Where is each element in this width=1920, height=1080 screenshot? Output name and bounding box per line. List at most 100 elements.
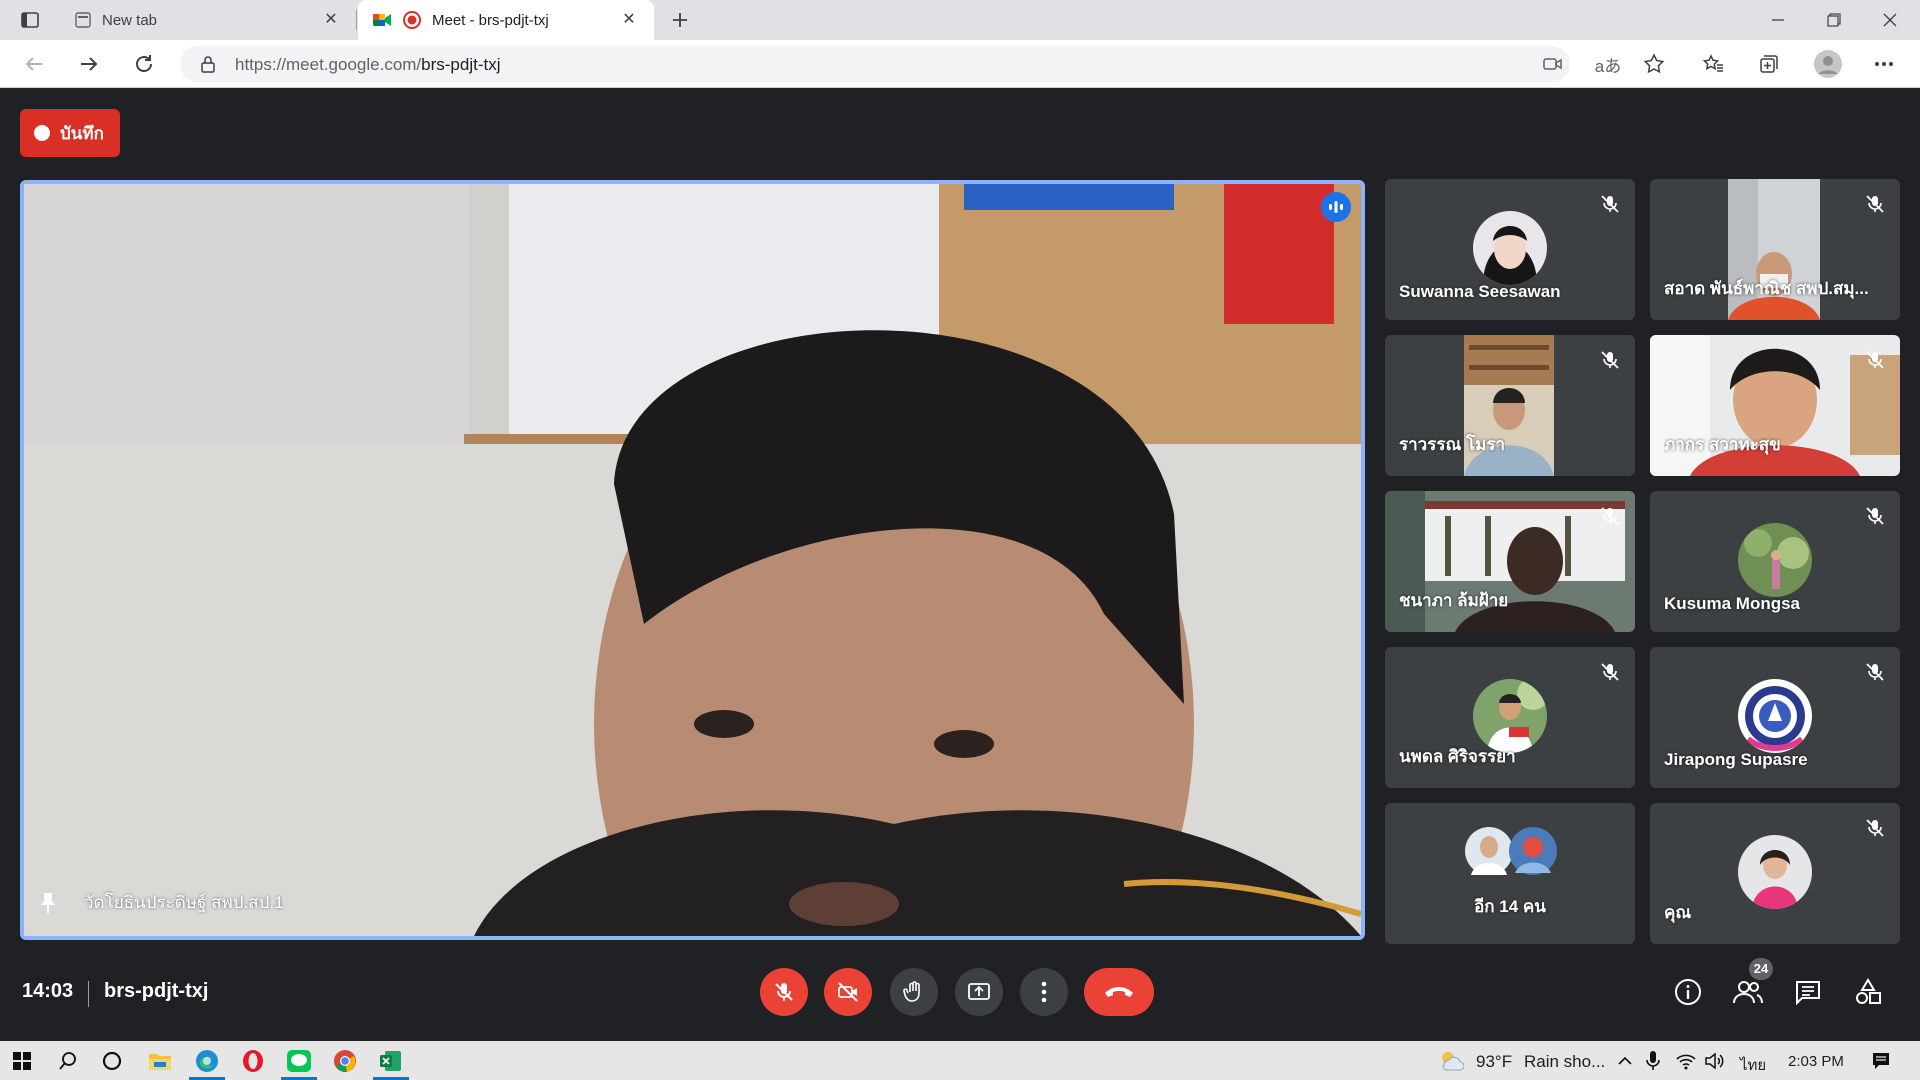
more-options-button[interactable]	[1020, 968, 1068, 1016]
participant-tile[interactable]: Jirapong Supasre	[1650, 647, 1900, 788]
back-arrow-icon[interactable]	[18, 48, 50, 80]
meeting-time: 14:03	[22, 980, 74, 1002]
system-clock[interactable]: 2:03 PM	[1788, 1053, 1844, 1070]
present-screen-button[interactable]	[955, 968, 1003, 1016]
participant-tile[interactable]: ชนาภา ล้มฝ้าย	[1385, 491, 1635, 632]
notifications-icon[interactable]	[1866, 1046, 1896, 1076]
cortana-icon[interactable]	[97, 1046, 127, 1076]
input-language[interactable]: ไทย	[1740, 1053, 1766, 1077]
profile-avatar-icon[interactable]	[1812, 48, 1844, 80]
weather-rain-icon[interactable]	[1436, 1046, 1466, 1076]
meeting-code: brs-pdjt-txj	[104, 980, 209, 1002]
search-icon[interactable]	[53, 1046, 83, 1076]
meet-area: บันทึก วัดโยธินประดิษฐ์ สพป.สป.1 Suwanna…	[0, 88, 1920, 1041]
main-speaker-name: วัดโยธินประดิษฐ์ สพป.สป.1	[84, 893, 284, 912]
recording-label: บันทึก	[60, 123, 104, 143]
tab-actions-icon[interactable]	[14, 4, 46, 36]
activities-button[interactable]	[1848, 972, 1888, 1012]
people-count-badge: 24	[1749, 958, 1773, 980]
show-hidden-icons-chevron-icon[interactable]	[1610, 1046, 1640, 1076]
mic-muted-icon	[1601, 507, 1619, 525]
newtab-favicon-icon	[75, 12, 91, 28]
hand-icon	[903, 981, 920, 1002]
tab-label: New tab	[102, 11, 158, 29]
close-window-icon[interactable]	[1874, 4, 1906, 36]
more-menu-icon[interactable]	[1868, 48, 1900, 80]
pin-icon[interactable]	[38, 891, 58, 920]
excel-icon[interactable]	[376, 1046, 406, 1076]
microphone-in-use-icon[interactable]	[1638, 1046, 1668, 1076]
hang-up-icon	[1105, 987, 1133, 997]
participant-tile[interactable]: สอาด พันธ์พาณิช สพป.สมุ...	[1650, 179, 1900, 320]
mic-muted-icon	[1601, 351, 1619, 369]
new-tab-plus-icon[interactable]	[664, 4, 696, 36]
record-dot-icon	[34, 125, 50, 141]
line-app-icon[interactable]	[284, 1046, 314, 1076]
participant-name: ชนาภา ล้มฝ้าย	[1399, 591, 1509, 610]
browser-nav-bar: https://meet.google.com/brs-pdjt-txj aあ	[0, 40, 1920, 88]
forward-arrow-icon[interactable]	[73, 48, 105, 80]
divider	[88, 981, 89, 1007]
microphone-toggle-button[interactable]	[760, 968, 808, 1016]
tab-meet[interactable]: Meet - brs-pdjt-txj ✕	[358, 0, 654, 40]
participant-avatar	[1473, 211, 1547, 285]
reload-icon[interactable]	[128, 48, 160, 80]
windows-start-icon[interactable]	[7, 1046, 37, 1076]
main-speaker-video[interactable]: วัดโยธินประดิษฐ์ สพป.สป.1	[20, 180, 1365, 940]
url-text: https://meet.google.com/brs-pdjt-txj	[235, 55, 501, 74]
main-video-frame	[24, 184, 1361, 936]
camera-in-use-icon[interactable]	[1543, 55, 1563, 73]
participant-name: คุณ	[1664, 903, 1692, 922]
add-favorite-icon[interactable]	[1638, 48, 1670, 80]
opera-icon[interactable]	[238, 1046, 268, 1076]
participant-tile[interactable]: Kusuma Mongsa	[1650, 491, 1900, 632]
participant-tile[interactable]: นพดล ศิริจรรยา	[1385, 647, 1635, 788]
chat-button[interactable]	[1788, 972, 1828, 1012]
mic-muted-icon	[1866, 663, 1884, 681]
tab-label: Meet - brs-pdjt-txj	[432, 11, 549, 29]
participant-name: นพดล ศิริจรรยา	[1399, 747, 1516, 766]
recording-badge[interactable]: บันทึก	[20, 109, 120, 157]
mic-muted-icon	[1866, 351, 1884, 369]
read-aloud-icon[interactable]: aあ	[1592, 48, 1624, 80]
minimize-window-icon[interactable]	[1762, 4, 1794, 36]
self-tile[interactable]: คุณ	[1650, 803, 1900, 944]
favorites-icon[interactable]	[1697, 48, 1729, 80]
camera-toggle-button[interactable]	[824, 968, 872, 1016]
participant-tile[interactable]: ราวรรณ โมรา	[1385, 335, 1635, 476]
close-tab-icon[interactable]: ✕	[618, 9, 640, 31]
mic-muted-icon	[1866, 507, 1884, 525]
browser-tab-bar: New tab ✕ Meet - brs-pdjt-txj ✕	[0, 0, 1920, 40]
weather-description[interactable]: Rain sho...	[1524, 1052, 1605, 1072]
volume-icon[interactable]	[1700, 1046, 1730, 1076]
meeting-details-button[interactable]	[1668, 972, 1708, 1012]
self-avatar	[1738, 835, 1812, 909]
edge-browser-icon[interactable]	[192, 1046, 222, 1076]
wifi-icon[interactable]	[1671, 1046, 1701, 1076]
participant-name: ภากร สวาทะสุข	[1664, 435, 1781, 454]
more-participants-tile[interactable]: อีก 14 คน	[1385, 803, 1635, 944]
tab-new-tab[interactable]: New tab ✕	[60, 0, 356, 40]
file-explorer-icon[interactable]	[145, 1046, 175, 1076]
participant-tile[interactable]: ภากร สวาทะสุข	[1650, 335, 1900, 476]
mic-muted-icon	[1866, 819, 1884, 837]
meet-favicon-icon	[373, 14, 391, 26]
weather-temperature[interactable]: 93°F	[1476, 1052, 1512, 1072]
close-tab-icon[interactable]: ✕	[320, 9, 342, 31]
participant-name: Suwanna Seesawan	[1399, 282, 1561, 301]
participant-avatar	[1738, 523, 1812, 597]
mic-muted-icon	[1601, 663, 1619, 681]
leave-call-button[interactable]	[1084, 968, 1154, 1016]
participant-tile[interactable]: Suwanna Seesawan	[1385, 179, 1635, 320]
participant-avatar	[1473, 679, 1547, 753]
collections-icon[interactable]	[1753, 48, 1785, 80]
participant-name: Kusuma Mongsa	[1664, 594, 1801, 613]
raise-hand-button[interactable]	[890, 968, 938, 1016]
chrome-icon[interactable]	[330, 1046, 360, 1076]
participant-name: สอาด พันธ์พาณิช สพป.สมุ...	[1664, 279, 1869, 298]
more-participants-label: อีก 14 คน	[1474, 897, 1546, 916]
address-bar[interactable]: https://meet.google.com/brs-pdjt-txj	[180, 46, 1570, 82]
participant-name: Jirapong Supasre	[1664, 750, 1808, 769]
maximize-window-icon[interactable]	[1818, 4, 1850, 36]
lock-icon[interactable]	[200, 55, 216, 73]
